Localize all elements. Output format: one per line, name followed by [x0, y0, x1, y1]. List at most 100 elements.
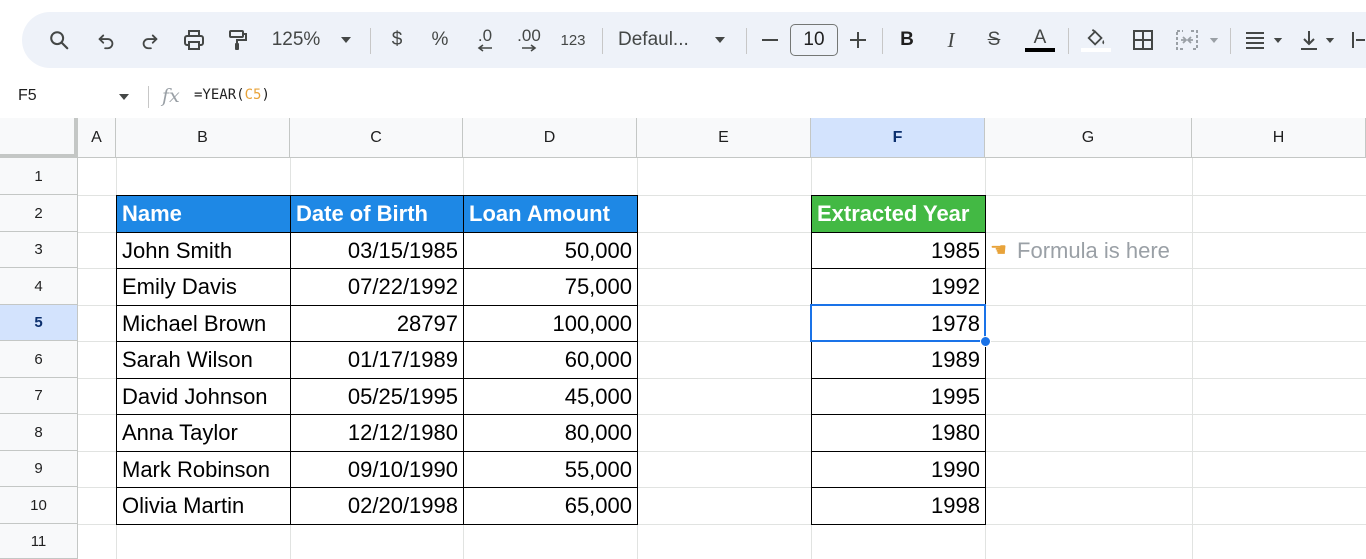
- plus-icon[interactable]: [846, 12, 870, 68]
- cell-year[interactable]: 1995: [811, 378, 986, 415]
- row-header-10[interactable]: 10: [0, 487, 78, 524]
- cell-dob[interactable]: 07/22/1992: [290, 268, 464, 306]
- cell-loan[interactable]: 75,000: [463, 268, 638, 306]
- formula-annotation: ☚ Formula is here: [990, 232, 1170, 269]
- strikethrough-button[interactable]: S: [982, 12, 1006, 68]
- paint-format-icon[interactable]: [222, 12, 252, 68]
- arrow-left-icon: [477, 44, 492, 52]
- cell-loan[interactable]: 80,000: [463, 414, 638, 452]
- row-header-1[interactable]: 1: [0, 158, 78, 195]
- cell-name[interactable]: Mark Robinson: [116, 451, 291, 488]
- bold-button[interactable]: B: [896, 12, 918, 68]
- arrow-right-icon: [522, 44, 537, 52]
- formula-prefix: =YEAR(: [194, 87, 245, 103]
- column-header-g[interactable]: G: [985, 118, 1192, 158]
- undo-icon[interactable]: [92, 12, 120, 68]
- cell-loan[interactable]: 45,000: [463, 378, 638, 415]
- cell-loan[interactable]: 50,000: [463, 232, 638, 269]
- column-header-f[interactable]: F: [811, 118, 985, 158]
- cell-name[interactable]: Emily Davis: [116, 268, 291, 306]
- font-size-input[interactable]: 10: [790, 24, 838, 56]
- cell-name[interactable]: David Johnson: [116, 378, 291, 415]
- align-horizontal-icon[interactable]: [1240, 12, 1270, 68]
- number-format-button[interactable]: 123: [557, 12, 589, 68]
- header-cell-year[interactable]: Extracted Year: [811, 195, 986, 233]
- column-header-h[interactable]: H: [1192, 118, 1366, 158]
- text-wrap-icon[interactable]: [1350, 12, 1366, 68]
- cell-name[interactable]: Michael Brown: [116, 305, 291, 342]
- column-header-c[interactable]: C: [290, 118, 463, 158]
- header-cell-dob[interactable]: Date of Birth: [290, 195, 464, 233]
- cell-year[interactable]: 1992: [811, 268, 986, 306]
- row-header-7[interactable]: 7: [0, 378, 78, 414]
- fill-handle[interactable]: [980, 336, 991, 347]
- cell-name[interactable]: John Smith: [116, 232, 291, 269]
- fill-color-button[interactable]: [1080, 12, 1112, 68]
- row-header-8[interactable]: 8: [0, 414, 78, 451]
- currency-format-button[interactable]: $: [386, 12, 408, 68]
- cell-year-selected[interactable]: 1978: [811, 305, 986, 342]
- header-cell-name[interactable]: Name: [116, 195, 291, 233]
- cell-dob[interactable]: 03/15/1985: [290, 232, 464, 269]
- cell-dob[interactable]: 28797: [290, 305, 464, 342]
- cell-loan[interactable]: 65,000: [463, 487, 638, 525]
- cell-year[interactable]: 1998: [811, 487, 986, 525]
- chevron-down-icon[interactable]: [336, 12, 356, 68]
- borders-icon[interactable]: [1128, 12, 1158, 68]
- cell-name[interactable]: Olivia Martin: [116, 487, 291, 525]
- cell-year[interactable]: 1990: [811, 451, 986, 488]
- cell-dob[interactable]: 01/17/1989: [290, 341, 464, 379]
- row-header-5[interactable]: 5: [0, 305, 78, 341]
- chevron-down-icon[interactable]: [118, 93, 130, 101]
- row-header-3[interactable]: 3: [0, 232, 78, 268]
- cell-dob[interactable]: 12/12/1980: [290, 414, 464, 452]
- toolbar-divider: [370, 28, 371, 54]
- name-box[interactable]: F5: [18, 87, 37, 105]
- print-icon[interactable]: [179, 12, 209, 68]
- toolbar: 125% $ % .0 .00 123 Defaul... 10 B I S A: [22, 12, 1366, 68]
- increase-decimal-button[interactable]: .00: [512, 12, 546, 68]
- spreadsheet-grid[interactable]: A B C D E F G H 1 2 3 4 5 6 7 8 9 10 11 …: [0, 118, 1366, 559]
- minus-icon[interactable]: [758, 12, 782, 68]
- chevron-down-icon[interactable]: [710, 12, 730, 68]
- row-header-9[interactable]: 9: [0, 451, 78, 487]
- cell-loan[interactable]: 100,000: [463, 305, 638, 342]
- cell-loan[interactable]: 55,000: [463, 451, 638, 488]
- row-header-6[interactable]: 6: [0, 341, 78, 378]
- select-all-corner[interactable]: [0, 118, 78, 158]
- zoom-select[interactable]: 125%: [266, 12, 326, 68]
- redo-icon[interactable]: [136, 12, 164, 68]
- search-icon[interactable]: [44, 12, 74, 68]
- cell-dob[interactable]: 05/25/1995: [290, 378, 464, 415]
- text-color-button[interactable]: A: [1024, 12, 1056, 68]
- percent-format-button[interactable]: %: [428, 12, 452, 68]
- chevron-down-icon[interactable]: [1206, 12, 1222, 68]
- cell-year[interactable]: 1980: [811, 414, 986, 452]
- cell-dob[interactable]: 09/10/1990: [290, 451, 464, 488]
- header-cell-loan[interactable]: Loan Amount: [463, 195, 638, 233]
- column-header-a[interactable]: A: [78, 118, 116, 158]
- row-header-4[interactable]: 4: [0, 268, 78, 305]
- pointing-hand-icon: ☚: [990, 240, 1008, 261]
- cell-dob[interactable]: 02/20/1998: [290, 487, 464, 525]
- cell-name[interactable]: Anna Taylor: [116, 414, 291, 452]
- toolbar-divider: [746, 28, 747, 54]
- column-header-d[interactable]: D: [463, 118, 637, 158]
- cell-year[interactable]: 1989: [811, 341, 986, 379]
- cell-loan[interactable]: 60,000: [463, 341, 638, 379]
- column-header-e[interactable]: E: [637, 118, 811, 158]
- cell-year[interactable]: 1985: [811, 232, 986, 269]
- cell-name[interactable]: Sarah Wilson: [116, 341, 291, 379]
- formula-input[interactable]: =YEAR(C5): [194, 87, 270, 103]
- merge-cells-icon[interactable]: [1172, 12, 1202, 68]
- column-header-b[interactable]: B: [116, 118, 290, 158]
- chevron-down-icon[interactable]: [1270, 12, 1286, 68]
- formula-suffix: ): [261, 87, 270, 103]
- decrease-decimal-button[interactable]: .0: [470, 12, 500, 68]
- italic-button[interactable]: I: [940, 12, 962, 68]
- align-vertical-icon[interactable]: [1296, 12, 1322, 68]
- chevron-down-icon[interactable]: [1322, 12, 1338, 68]
- row-header-11[interactable]: 11: [0, 524, 78, 559]
- font-family-select[interactable]: Defaul...: [618, 12, 704, 68]
- row-header-2[interactable]: 2: [0, 195, 78, 232]
